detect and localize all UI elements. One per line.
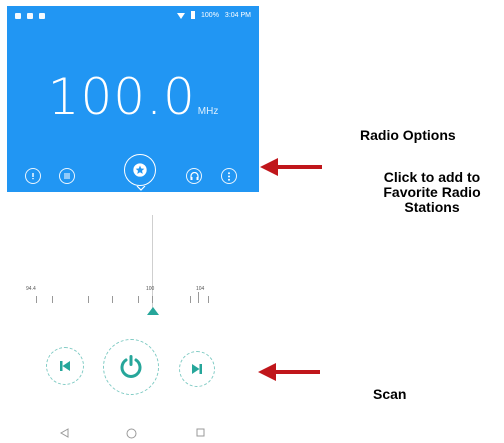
battery-level: 100% [201, 11, 219, 19]
chevron-down-icon [136, 186, 146, 191]
scale-tick [208, 296, 209, 303]
scale-tick [152, 296, 153, 303]
annotation-radio-options: Radio Options [360, 127, 456, 143]
info-icon [32, 173, 34, 180]
list-button[interactable] [59, 168, 75, 184]
scale-tick [112, 296, 113, 303]
frequency-display: 100.0 MHz [7, 68, 259, 126]
headset-icon [189, 172, 199, 180]
favorite-button[interactable] [124, 154, 156, 191]
radio-screen: 100% 3:04 PM 100.0 MHz [7, 6, 259, 192]
scale-tick [138, 296, 139, 303]
headset-button[interactable] [186, 168, 202, 184]
more-options-button[interactable] [221, 168, 237, 184]
annotation-scan: Scan [373, 386, 407, 402]
sync-icon [27, 13, 33, 19]
wifi-icon [177, 12, 186, 19]
scale-label: 100 [146, 286, 155, 292]
scale-tick [52, 296, 53, 303]
back-icon[interactable] [60, 428, 69, 438]
scan-previous-button[interactable] [46, 347, 84, 385]
status-icons-right: 100% 3:04 PM [177, 11, 251, 19]
skip-next-icon [192, 364, 202, 374]
media-icon [39, 13, 45, 19]
frequency-unit: MHz [197, 106, 219, 117]
status-bar: 100% 3:04 PM [7, 6, 259, 28]
home-icon[interactable] [126, 428, 137, 439]
notification-icon [15, 13, 21, 19]
frequency-scale[interactable]: 94.4 100 104 [22, 286, 252, 312]
scale-tick [198, 292, 199, 303]
status-icons-left [15, 13, 45, 19]
arrow-radio-options [260, 158, 322, 176]
list-icon [64, 173, 70, 179]
arrow-scan [258, 363, 320, 381]
power-button[interactable] [103, 339, 159, 395]
recent-apps-icon[interactable] [196, 428, 205, 437]
star-icon [133, 163, 147, 177]
scan-next-button[interactable] [179, 351, 215, 387]
power-icon [120, 355, 142, 378]
tuner-needle[interactable] [147, 307, 159, 315]
skip-previous-icon [60, 361, 70, 371]
scale-tick [88, 296, 89, 303]
more-options-icon [228, 171, 230, 181]
scale-tick [36, 296, 37, 303]
scale-tick [190, 296, 191, 303]
battery-icon [191, 11, 196, 19]
scale-label: 94.4 [26, 286, 36, 292]
frequency-value: 100.0 [47, 68, 196, 126]
info-button[interactable] [25, 168, 41, 184]
clock: 3:04 PM [224, 11, 251, 19]
annotation-favorite: Click to add to Favorite Radio Stations [383, 169, 481, 215]
